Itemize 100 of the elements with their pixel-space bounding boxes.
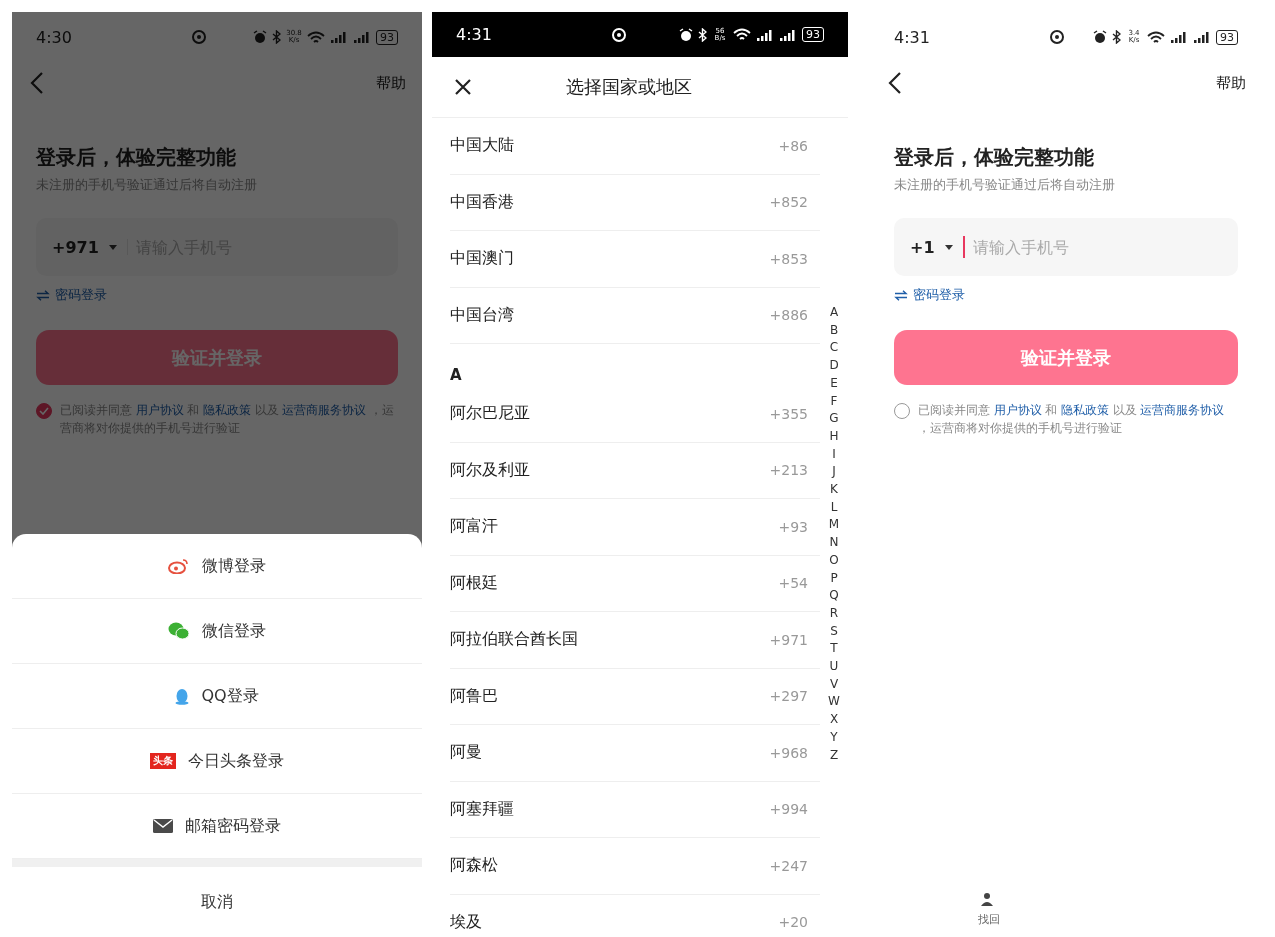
country-row[interactable]: 中国大陆 +86: [450, 118, 820, 175]
dial-code: +994: [769, 801, 808, 818]
signal-icon: [353, 31, 371, 43]
status-time: 4:31: [456, 25, 493, 44]
index-letter[interactable]: Z: [829, 746, 839, 765]
country-row[interactable]: 中国香港 +852: [450, 174, 820, 231]
login-title: 登录后，体验完整功能: [894, 144, 1095, 171]
country-row[interactable]: 阿尔巴尼亚 +355: [450, 386, 820, 443]
signal-icon: [330, 31, 348, 43]
country-row[interactable]: 阿尔及利亚 +213: [450, 442, 820, 499]
alarm-icon: [679, 27, 693, 42]
index-letter[interactable]: I: [832, 445, 836, 464]
country-code-selector[interactable]: +1: [910, 237, 935, 257]
checkmark-icon: [39, 407, 49, 415]
agreement-link[interactable]: 运营商服务协议: [1140, 403, 1225, 417]
back-icon[interactable]: [888, 71, 902, 95]
dropdown-caret-icon: [944, 244, 953, 250]
country-row[interactable]: 阿曼 +968: [450, 725, 820, 782]
signal-icon: [1193, 31, 1211, 43]
weibo-logo-icon: [168, 558, 190, 574]
country-row[interactable]: 埃及 +20: [450, 894, 820, 937]
help-link[interactable]: 帮助: [1216, 73, 1246, 93]
dial-code: +968: [769, 744, 808, 761]
index-letter[interactable]: E: [830, 374, 838, 393]
index-letter[interactable]: F: [830, 392, 838, 411]
envelope-icon: [153, 819, 173, 833]
password-login-link[interactable]: 密码登录: [894, 286, 965, 304]
section-letter: A: [450, 365, 463, 386]
index-letter[interactable]: P: [830, 569, 838, 588]
battery-indicator: 93: [1216, 29, 1238, 45]
chat-bubbles-icon: [168, 622, 190, 640]
index-letter[interactable]: G: [829, 410, 839, 428]
index-letter[interactable]: Y: [830, 728, 838, 747]
dial-code: +853: [769, 250, 808, 267]
login-title: 登录后，体验完整功能: [36, 144, 237, 171]
index-letter[interactable]: J: [832, 463, 836, 482]
login-option[interactable]: 微信登录: [12, 599, 422, 664]
wifi-icon: [733, 28, 751, 41]
wifi-icon: [307, 30, 325, 44]
index-letter[interactable]: L: [830, 498, 838, 517]
dial-code: +86: [778, 137, 808, 154]
battery-indicator: 93: [802, 27, 824, 42]
index-letter[interactable]: O: [829, 551, 839, 570]
index-letter[interactable]: C: [829, 339, 839, 358]
agreement-link[interactable]: 隐私政策: [1060, 403, 1109, 417]
index-letter[interactable]: R: [829, 604, 839, 623]
index-letter[interactable]: V: [829, 675, 839, 694]
bluetooth-icon: [1112, 30, 1121, 44]
country-row[interactable]: 阿拉伯联合酋长国 +971: [450, 612, 820, 669]
index-letter[interactable]: S: [830, 622, 838, 641]
country-row[interactable]: 阿森松 +247: [450, 838, 820, 895]
login-option[interactable]: 头条 今日头条登录: [12, 729, 422, 794]
index-letter[interactable]: H: [829, 427, 839, 446]
country-row[interactable]: 阿塞拜疆 +994: [450, 781, 820, 838]
login-subtitle: 未注册的手机号验证通过后将自动注册: [894, 177, 1116, 194]
data-saver-icon: [611, 26, 627, 43]
wifi-icon: [1147, 30, 1165, 44]
agreement-link[interactable]: 用户协议: [993, 403, 1042, 417]
index-letter[interactable]: U: [829, 658, 839, 676]
text-cursor: [962, 236, 965, 258]
dial-code: +54: [778, 575, 808, 592]
dial-code: +297: [769, 688, 808, 705]
dial-code: +93: [778, 518, 808, 535]
index-letter[interactable]: W: [828, 693, 840, 712]
agreement-checkbox[interactable]: [36, 403, 52, 419]
data-saver-icon: [191, 29, 207, 45]
dropdown-caret-icon: [108, 244, 117, 250]
login-option[interactable]: QQ登录: [12, 664, 422, 729]
index-letter[interactable]: T: [830, 640, 838, 659]
phone-input-field[interactable]: +1 请输入手机号: [894, 218, 1238, 276]
country-row[interactable]: 中国澳门 +853: [450, 231, 820, 288]
country-row[interactable]: 中国台湾 +886: [450, 287, 820, 344]
bluetooth-icon: [272, 30, 281, 44]
data-saver-icon: [1049, 29, 1065, 45]
agreement-text: 已阅读并同意 用户协议 和 隐私政策 以及 运营商服务协议 ，运营商将对你提供的手机号进行验证: [918, 402, 1226, 437]
country-row[interactable]: 阿鲁巴 +297: [450, 668, 820, 725]
country-row[interactable]: 阿富汗 +93: [450, 499, 820, 556]
dial-code: +20: [778, 914, 808, 931]
dial-code: +213: [769, 462, 808, 479]
close-icon[interactable]: [454, 78, 472, 96]
battery-indicator: 93: [376, 29, 398, 45]
index-letter[interactable]: K: [830, 481, 838, 499]
penguin-icon: [175, 687, 190, 705]
index-letter[interactable]: N: [829, 534, 839, 552]
recover-account-link[interactable]: 找回: [978, 892, 1000, 927]
signal-icon: [779, 28, 797, 41]
bluetooth-icon: [698, 27, 707, 42]
alarm-icon: [253, 30, 267, 44]
index-letter[interactable]: B: [829, 321, 839, 340]
country-row[interactable]: 阿根廷 +54: [450, 555, 820, 612]
index-letter[interactable]: M: [828, 516, 840, 535]
index-letter[interactable]: Q: [829, 587, 839, 605]
dial-code: +971: [769, 631, 808, 648]
login-option[interactable]: 微博登录: [12, 534, 422, 599]
swap-icon: [894, 289, 908, 301]
index-letter[interactable]: A: [829, 304, 839, 322]
dial-code: +247: [769, 857, 808, 874]
index-letter[interactable]: X: [829, 711, 839, 729]
signal-icon: [756, 28, 774, 41]
index-letter[interactable]: D: [829, 357, 839, 375]
